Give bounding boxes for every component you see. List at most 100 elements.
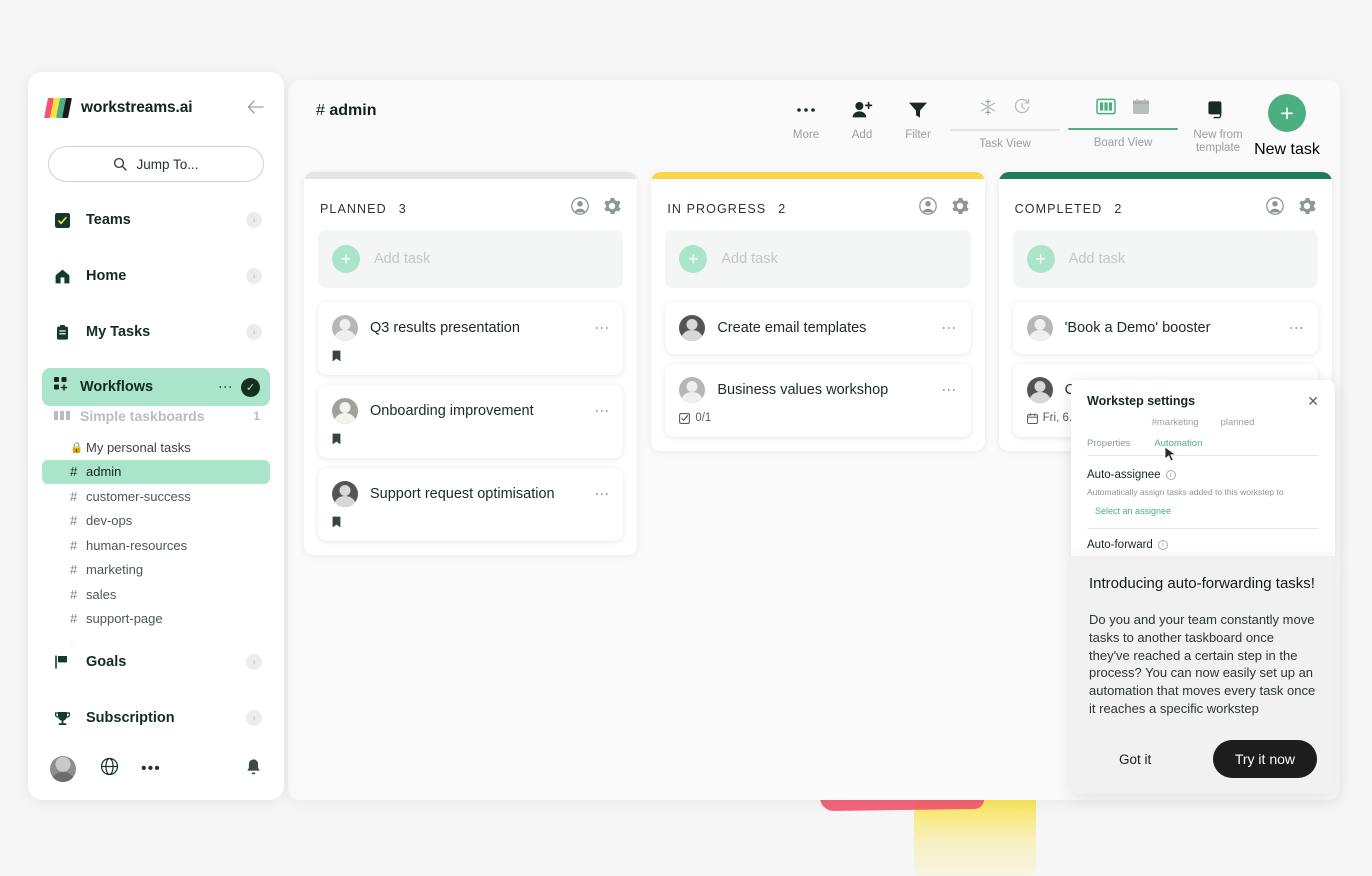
hash-icon: # xyxy=(70,538,86,553)
filter-button[interactable]: Filter xyxy=(890,94,946,142)
avatar[interactable]: PRO xyxy=(50,756,76,782)
check-circle-icon[interactable]: ✓ xyxy=(241,378,260,397)
column-header: PLANNED 3 xyxy=(304,179,637,230)
board-column-in-progress: IN PROGRESS 2 + Add ta xyxy=(651,172,984,555)
card-list: Q3 results presentation ⋮ Onboarding imp… xyxy=(304,298,637,555)
channel-label: sales xyxy=(86,587,116,602)
columns-icon[interactable] xyxy=(1096,98,1116,120)
column-count: 3 xyxy=(399,202,406,216)
task-card[interactable]: Onboarding improvement ⋮ xyxy=(318,385,623,458)
column-assignee-icon[interactable] xyxy=(919,197,937,220)
chevron-right-icon[interactable]: › xyxy=(246,654,262,670)
channel-item-my-personal-tasks[interactable]: 🔒 My personal tasks xyxy=(42,435,270,460)
more-dots-icon xyxy=(796,98,816,122)
globe-icon[interactable] xyxy=(100,757,119,781)
brand-row: workstreams.ai xyxy=(28,72,284,124)
callout-title: Introducing auto-forwarding tasks! xyxy=(1089,574,1317,593)
home-icon xyxy=(54,268,76,285)
channel-item-customer-success[interactable]: # customer-success xyxy=(42,484,270,509)
got-it-button[interactable]: Got it xyxy=(1119,752,1151,767)
channel-item-admin[interactable]: # admin xyxy=(42,460,270,485)
hash-icon: # xyxy=(70,464,86,479)
tab-properties[interactable]: Properties xyxy=(1087,438,1130,449)
brand-name: workstreams.ai xyxy=(81,99,192,117)
sidebar-item-subscription[interactable]: Subscription › xyxy=(42,698,270,738)
add-task-button[interactable]: + Add task xyxy=(1013,230,1318,288)
channel-item-dev-ops[interactable]: # dev-ops xyxy=(42,509,270,534)
column-settings-icon[interactable] xyxy=(951,197,969,220)
collapse-sidebar-icon[interactable] xyxy=(247,100,264,117)
channel-label: My personal tasks xyxy=(86,440,191,455)
bell-icon[interactable] xyxy=(245,758,262,781)
workstep-tags: #marketing planned xyxy=(1087,417,1319,428)
channel-item-support-page[interactable]: # support-page xyxy=(42,607,270,632)
info-icon[interactable]: i xyxy=(1166,470,1176,480)
column-assignee-icon[interactable] xyxy=(571,197,589,220)
auto-forward-heading: Auto-forward i xyxy=(1087,539,1319,551)
sidebar: workstreams.ai Jump To... Teams › Home › xyxy=(28,72,284,800)
app-root: workstreams.ai Jump To... Teams › Home › xyxy=(0,0,1372,876)
more-dots-icon[interactable]: ••• xyxy=(141,765,161,773)
column-settings-icon[interactable] xyxy=(1298,197,1316,220)
info-icon[interactable]: i xyxy=(1158,540,1168,550)
more-button[interactable]: More xyxy=(778,94,834,142)
channel-label: admin xyxy=(86,464,121,479)
sidebar-item-home[interactable]: Home › xyxy=(42,256,270,296)
task-kebab-menu[interactable]: ⋮ xyxy=(595,404,609,418)
timer-icon[interactable] xyxy=(1013,98,1031,121)
chevron-right-icon[interactable]: › xyxy=(246,212,262,228)
add-task-button[interactable]: + Add task xyxy=(318,230,623,288)
new-task-button[interactable]: + New task xyxy=(1254,94,1320,159)
sidebar-item-label: Home xyxy=(86,268,126,284)
toolbar-label: Filter xyxy=(905,129,931,142)
sidebar-item-my-tasks[interactable]: My Tasks › xyxy=(42,312,270,352)
search-input[interactable]: Jump To... xyxy=(48,146,264,182)
add-member-button[interactable]: Add xyxy=(834,94,890,142)
workstep-settings-popover: Workstep settings ✕ #marketing planned P… xyxy=(1071,380,1335,556)
new-from-template-button[interactable]: New fromtemplate xyxy=(1182,94,1254,155)
channel-item-marketing[interactable]: # marketing xyxy=(42,558,270,583)
column-settings-icon[interactable] xyxy=(603,197,621,220)
task-title: Onboarding improvement xyxy=(370,403,534,419)
flag-icon xyxy=(54,654,76,670)
snowflake-icon[interactable] xyxy=(979,98,997,121)
divider xyxy=(1087,528,1319,529)
channel-item-human-resources[interactable]: # human-resources xyxy=(42,533,270,558)
channel-list: 🔒 My personal tasks # admin # customer-s… xyxy=(42,435,270,656)
task-card[interactable]: Support request optimisation ⋮ xyxy=(318,468,623,541)
sidebar-item-workflows[interactable]: Workflows ⋮ ✓ xyxy=(42,368,270,406)
tab-automation[interactable]: Automation xyxy=(1154,438,1202,449)
task-card[interactable]: Business values workshop ⋮ 0/1 xyxy=(665,364,970,437)
column-assignee-icon[interactable] xyxy=(1266,197,1284,220)
chevron-right-icon[interactable]: › xyxy=(246,268,262,284)
task-card[interactable]: 'Book a Demo' booster ⋮ xyxy=(1013,302,1318,354)
task-kebab-menu[interactable]: ⋮ xyxy=(1290,321,1304,335)
channel-label: marketing xyxy=(86,562,143,577)
try-it-now-button[interactable]: Try it now xyxy=(1213,740,1317,778)
auto-assignee-label: Auto-assignee xyxy=(1087,469,1161,481)
taskboards-group-header[interactable]: Simple taskboards 1 xyxy=(42,403,270,429)
task-kebab-menu[interactable]: ⋮ xyxy=(943,321,957,335)
select-assignee-button[interactable]: Select an assignee xyxy=(1087,506,1319,516)
column-color-bar xyxy=(999,172,1332,179)
sidebar-item-teams[interactable]: Teams › xyxy=(42,200,270,240)
chevron-right-icon[interactable]: › xyxy=(246,710,262,726)
page-title-hash: # xyxy=(316,102,325,119)
task-kebab-menu[interactable]: ⋮ xyxy=(595,321,609,335)
sidebar-item-goals[interactable]: Goals › xyxy=(42,642,270,682)
chevron-right-icon[interactable]: › xyxy=(246,324,262,340)
workstreams-logo-icon xyxy=(46,98,72,118)
calendar-icon xyxy=(1027,413,1038,424)
workflows-kebab-menu[interactable]: ⋮ xyxy=(219,380,233,394)
avatar xyxy=(332,315,358,341)
task-kebab-menu[interactable]: ⋮ xyxy=(943,383,957,397)
calendar-icon[interactable] xyxy=(1132,98,1150,120)
add-task-label: Add task xyxy=(1069,251,1125,267)
close-icon[interactable]: ✕ xyxy=(1307,394,1319,408)
toolbar: More Add Filter xyxy=(778,94,1320,159)
task-card[interactable]: Q3 results presentation ⋮ xyxy=(318,302,623,375)
channel-item-sales[interactable]: # sales xyxy=(42,582,270,607)
task-card[interactable]: Create email templates ⋮ xyxy=(665,302,970,354)
add-task-button[interactable]: + Add task xyxy=(665,230,970,288)
task-kebab-menu[interactable]: ⋮ xyxy=(595,487,609,501)
